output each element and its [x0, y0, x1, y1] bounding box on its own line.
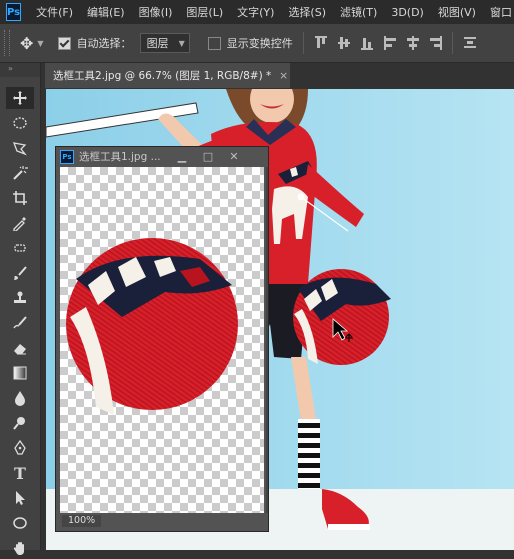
crop-tool-icon[interactable]: [6, 187, 34, 209]
menu-type[interactable]: 文字(Y): [230, 4, 281, 20]
elliptical-marquee-tool-icon[interactable]: [6, 112, 34, 134]
floating-document-window[interactable]: Ps 选框工具1.jpg ... ▁ □ ✕ 100%: [55, 146, 269, 532]
align-vertical-center-icon[interactable]: [337, 36, 350, 50]
document-tab-title: 选框工具2.jpg @ 66.7% (图层 1, RGB/8#) *: [53, 70, 272, 82]
hand-tool-icon[interactable]: [6, 537, 34, 559]
menu-3d[interactable]: 3D(D): [384, 6, 431, 19]
chevron-down-icon[interactable]: ▼: [37, 39, 43, 48]
selection-circle-original: [66, 238, 238, 415]
menu-bar: Ps 文件(F) 编辑(E) 图像(I) 图层(L) 文字(Y) 选择(S) 滤…: [0, 0, 514, 24]
healing-brush-tool-icon[interactable]: [6, 237, 34, 259]
pen-tool-icon[interactable]: [6, 437, 34, 459]
tools-panel: » T: [0, 63, 41, 555]
auto-select-label: 自动选择：: [76, 37, 132, 50]
tools-collapse-toggle[interactable]: »: [0, 63, 40, 77]
distribute-top-icon[interactable]: [463, 36, 476, 50]
align-left-icon[interactable]: [383, 36, 396, 50]
maximize-button[interactable]: □: [197, 149, 219, 164]
brush-tool-icon[interactable]: [6, 262, 34, 284]
polygonal-lasso-tool-icon[interactable]: [6, 137, 34, 159]
options-grip[interactable]: [4, 30, 10, 56]
minimize-button[interactable]: ▁: [171, 149, 193, 164]
menu-view[interactable]: 视图(V): [431, 4, 483, 20]
dodge-tool-icon[interactable]: [6, 412, 34, 434]
striped-sock: [298, 419, 320, 489]
menu-edit[interactable]: 编辑(E): [80, 4, 132, 20]
gradient-tool-icon[interactable]: [6, 362, 34, 384]
show-transform-label: 显示变换控件: [226, 37, 293, 50]
clone-stamp-tool-icon[interactable]: [6, 287, 34, 309]
path-selection-tool-icon[interactable]: [6, 487, 34, 509]
floating-window-scrollbar[interactable]: [266, 167, 268, 513]
menu-filter[interactable]: 滤镜(T): [333, 4, 384, 20]
align-horizontal-center-icon[interactable]: [406, 36, 419, 50]
divider: [451, 32, 453, 54]
auto-select-target-value: 图层: [146, 37, 169, 50]
align-top-icon[interactable]: [314, 36, 327, 50]
zoom-level[interactable]: 100%: [62, 515, 102, 527]
chevron-down-icon: ▼: [178, 38, 185, 48]
menu-window[interactable]: 窗口: [483, 4, 514, 20]
magic-wand-tool-icon[interactable]: [6, 162, 34, 184]
ellipse-tool-icon[interactable]: [6, 512, 34, 534]
close-button[interactable]: ✕: [223, 149, 245, 164]
align-right-icon[interactable]: [429, 36, 442, 50]
photoshop-logo: Ps: [6, 3, 22, 21]
blur-tool-icon[interactable]: [6, 387, 34, 409]
floating-window-titlebar[interactable]: Ps 选框工具1.jpg ... ▁ □ ✕: [56, 147, 268, 166]
options-bar: ✥ ▼ 自动选择： 图层 ▼ 显示变换控件: [0, 24, 514, 63]
eyedropper-tool-icon[interactable]: [6, 212, 34, 234]
align-bottom-icon[interactable]: [360, 36, 373, 50]
photoshop-logo: Ps: [60, 149, 74, 164]
document-tab-bar: 选框工具2.jpg @ 66.7% (图层 1, RGB/8#) * ×: [41, 63, 514, 88]
close-icon[interactable]: ×: [279, 70, 288, 82]
move-tool-icon[interactable]: [6, 87, 34, 109]
eraser-tool-icon[interactable]: [6, 337, 34, 359]
menu-layer[interactable]: 图层(L): [179, 4, 230, 20]
auto-select-target-dropdown[interactable]: 图层 ▼: [139, 33, 190, 53]
floating-window-title: 选框工具1.jpg ...: [79, 151, 161, 163]
menu-select[interactable]: 选择(S): [281, 4, 333, 20]
auto-select-checkbox[interactable]: [57, 36, 71, 50]
floating-window-statusbar: 100%: [60, 514, 264, 528]
move-tool-preset-icon[interactable]: ✥: [20, 34, 33, 53]
divider: [302, 32, 304, 54]
floating-window-canvas[interactable]: [60, 167, 264, 513]
type-tool-icon[interactable]: T: [6, 462, 34, 484]
document-tab[interactable]: 选框工具2.jpg @ 66.7% (图层 1, RGB/8#) * ×: [45, 63, 290, 88]
menu-image[interactable]: 图像(I): [132, 4, 180, 20]
history-brush-tool-icon[interactable]: [6, 312, 34, 334]
show-transform-checkbox[interactable]: [207, 36, 221, 50]
menu-file[interactable]: 文件(F): [29, 4, 80, 20]
